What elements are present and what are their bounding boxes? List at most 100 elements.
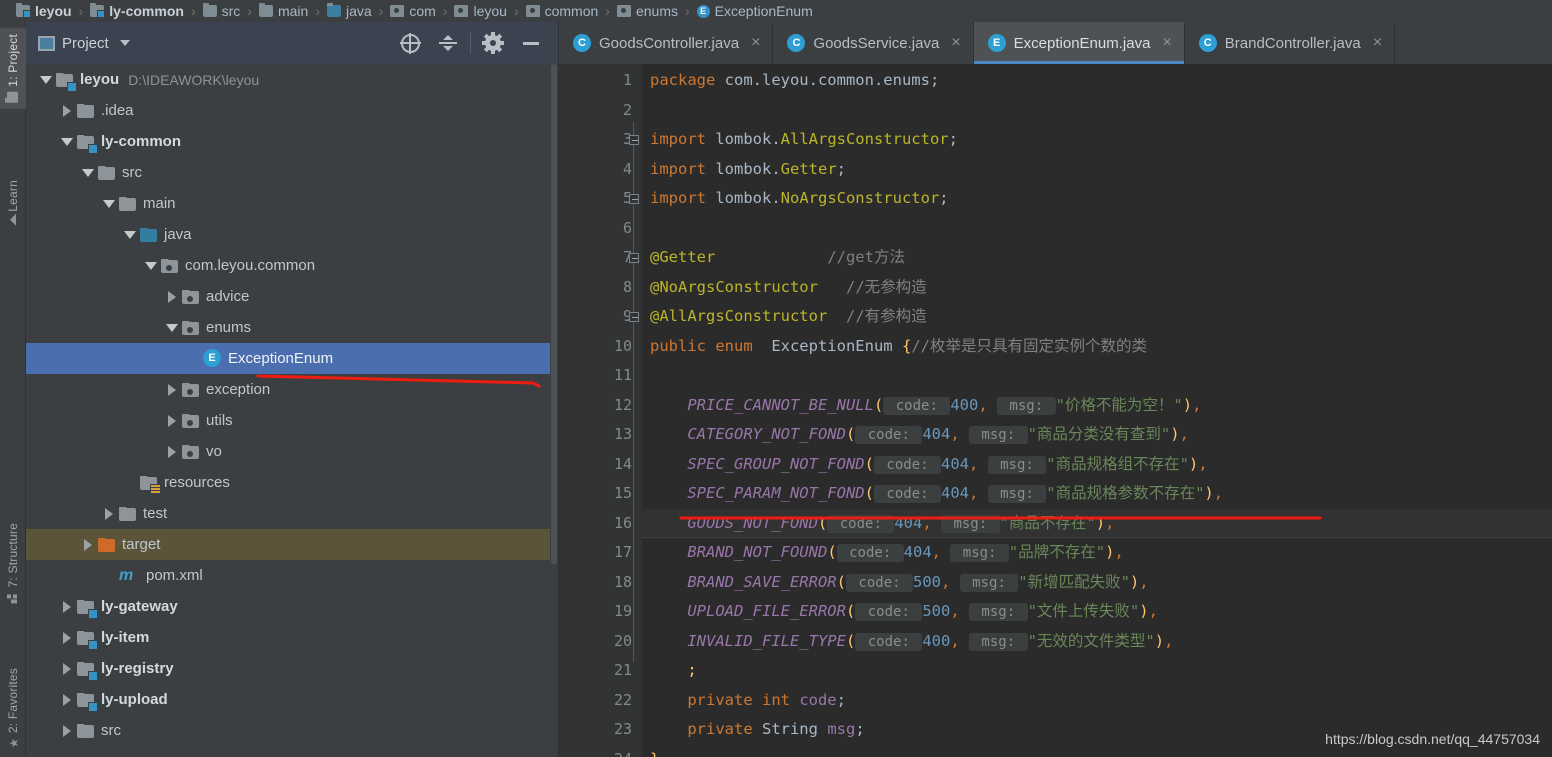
tree-item-ly-item[interactable]: ly-item bbox=[26, 622, 558, 653]
tree-item-java[interactable]: java bbox=[26, 219, 558, 250]
code-line[interactable]: import lombok.Getter; bbox=[642, 155, 1552, 185]
select-opened-file-button[interactable] bbox=[391, 26, 429, 60]
code-line[interactable]: @AllArgsConstructor //有参构造 bbox=[642, 302, 1552, 332]
breadcrumb-item-java[interactable]: java bbox=[326, 3, 372, 19]
tree-item-com-leyou-common[interactable]: com.leyou.common bbox=[26, 250, 558, 281]
tree-item-src[interactable]: src bbox=[26, 157, 558, 188]
breadcrumb-item-enums[interactable]: enums bbox=[616, 3, 678, 19]
chevron-right-icon[interactable] bbox=[162, 383, 182, 396]
chevron-down-icon[interactable] bbox=[120, 230, 140, 239]
tree-item-vo[interactable]: vo bbox=[26, 436, 558, 467]
tree-item-ly-gateway[interactable]: ly-gateway bbox=[26, 591, 558, 622]
editor-tab-brandcontroller-java[interactable]: C BrandController.java × bbox=[1185, 22, 1396, 64]
tree-item-resources[interactable]: resources bbox=[26, 467, 558, 498]
code-line[interactable]: @NoArgsConstructor //无参构造 bbox=[642, 273, 1552, 303]
project-view-selector[interactable]: Project bbox=[38, 35, 391, 52]
code-line[interactable] bbox=[642, 361, 1552, 391]
breadcrumb-item-main[interactable]: main bbox=[258, 3, 308, 19]
code-line[interactable]: import lombok.AllArgsConstructor; bbox=[642, 125, 1552, 155]
code-line[interactable]: ; bbox=[642, 656, 1552, 686]
breadcrumb-item-com[interactable]: com bbox=[390, 3, 436, 19]
tree-item-src[interactable]: src bbox=[26, 715, 558, 746]
code-line[interactable]: CATEGORY_NOT_FOND( code: 404, msg: "商品分类… bbox=[642, 420, 1552, 450]
breadcrumb-item-leyou[interactable]: leyou bbox=[16, 3, 72, 19]
collapse-all-button[interactable] bbox=[429, 26, 467, 60]
chevron-down-icon[interactable] bbox=[141, 261, 161, 270]
chevron-right-icon[interactable] bbox=[57, 724, 77, 737]
tree-item-advice[interactable]: advice bbox=[26, 281, 558, 312]
folder-icon bbox=[7, 91, 19, 103]
tool-window-button-favorites[interactable]: ★ 2: Favorites bbox=[0, 662, 26, 755]
close-icon[interactable]: × bbox=[751, 35, 760, 51]
code-line[interactable]: package com.leyou.common.enums; bbox=[642, 66, 1552, 96]
tree-item-ly-common[interactable]: ly-common bbox=[26, 126, 558, 157]
tree-item-utils[interactable]: utils bbox=[26, 405, 558, 436]
breadcrumb-item-ly-common[interactable]: ly-common bbox=[90, 3, 184, 19]
code-line[interactable]: BRAND_NOT_FOUND( code: 404, msg: "品牌不存在"… bbox=[642, 538, 1552, 568]
editor-tab-goodscontroller-java[interactable]: C GoodsController.java × bbox=[559, 22, 774, 64]
chevron-right-icon[interactable] bbox=[57, 600, 77, 613]
code-line[interactable]: UPLOAD_FILE_ERROR( code: 500, msg: "文件上传… bbox=[642, 597, 1552, 627]
chevron-down-icon[interactable] bbox=[162, 323, 182, 332]
editor-code[interactable]: package com.leyou.common.enums; import lo… bbox=[642, 64, 1552, 757]
fold-toggle-icon[interactable] bbox=[629, 135, 639, 145]
code-line[interactable]: BRAND_SAVE_ERROR( code: 500, msg: "新增匹配失… bbox=[642, 568, 1552, 598]
code-line[interactable]: GOODS_NOT_FOND( code: 404, msg: "商品不存在")… bbox=[642, 508, 1552, 538]
code-line[interactable]: public enum ExceptionEnum {//枚举是只具有固定实例个… bbox=[642, 332, 1552, 362]
breadcrumb-item-common[interactable]: common bbox=[525, 3, 598, 19]
editor-gutter[interactable]: 123456789101112131415161718192021222324 bbox=[559, 64, 672, 757]
code-line[interactable]: @Getter //get方法 bbox=[642, 243, 1552, 273]
project-scrollbar[interactable] bbox=[550, 64, 558, 757]
editor-tab-goodsservice-java[interactable]: C GoodsService.java × bbox=[773, 22, 974, 64]
tree-item-exception[interactable]: exception bbox=[26, 374, 558, 405]
breadcrumb-item-leyou[interactable]: leyou bbox=[454, 3, 507, 19]
close-icon[interactable]: × bbox=[1162, 35, 1171, 51]
fold-toggle-icon[interactable] bbox=[629, 253, 639, 263]
tree-item-main[interactable]: main bbox=[26, 188, 558, 219]
tree-item-pom-xml[interactable]: m pom.xml bbox=[26, 560, 558, 591]
tree-item-target[interactable]: target bbox=[26, 529, 558, 560]
editor-code-area[interactable]: 123456789101112131415161718192021222324 … bbox=[559, 64, 1552, 757]
breadcrumb-item-src[interactable]: src bbox=[202, 3, 240, 19]
code-line[interactable]: private int code; bbox=[642, 686, 1552, 716]
tree-item--idea[interactable]: .idea bbox=[26, 95, 558, 126]
tree-item-exceptionenum[interactable]: E ExceptionEnum bbox=[26, 343, 558, 374]
code-line[interactable]: import lombok.NoArgsConstructor; bbox=[642, 184, 1552, 214]
breadcrumb-item-exceptionenum[interactable]: E ExceptionEnum bbox=[696, 3, 813, 19]
hide-panel-button[interactable] bbox=[512, 26, 550, 60]
fold-toggle-icon[interactable] bbox=[629, 312, 639, 322]
code-line[interactable]: PRICE_CANNOT_BE_NULL( code: 400, msg: "价… bbox=[642, 391, 1552, 421]
code-line[interactable]: SPEC_PARAM_NOT_FOND( code: 404, msg: "商品… bbox=[642, 479, 1552, 509]
tool-window-button-project[interactable]: 1: Project bbox=[0, 28, 26, 109]
chevron-down-icon[interactable] bbox=[36, 75, 56, 84]
code-line[interactable] bbox=[642, 96, 1552, 126]
tool-window-button-learn[interactable]: Learn bbox=[0, 174, 26, 229]
chevron-right-icon[interactable] bbox=[57, 693, 77, 706]
chevron-right-icon[interactable] bbox=[99, 507, 119, 520]
chevron-right-icon[interactable] bbox=[57, 104, 77, 117]
chevron-right-icon[interactable] bbox=[57, 662, 77, 675]
code-line[interactable] bbox=[642, 214, 1552, 244]
settings-button[interactable] bbox=[474, 26, 512, 60]
chevron-down-icon[interactable] bbox=[78, 168, 98, 177]
tree-item-enums[interactable]: enums bbox=[26, 312, 558, 343]
chevron-down-icon[interactable] bbox=[119, 40, 130, 46]
tree-item-leyou[interactable]: leyou D:\IDEAWORK\leyou bbox=[26, 64, 558, 95]
close-icon[interactable]: × bbox=[951, 35, 960, 51]
tree-item-test[interactable]: test bbox=[26, 498, 558, 529]
chevron-right-icon[interactable] bbox=[162, 290, 182, 303]
fold-toggle-icon[interactable] bbox=[629, 194, 639, 204]
close-icon[interactable]: × bbox=[1373, 35, 1382, 51]
tool-window-button-structure[interactable]: 7: Structure bbox=[0, 517, 26, 609]
code-line[interactable]: INVALID_FILE_TYPE( code: 400, msg: "无效的文… bbox=[642, 627, 1552, 657]
tree-item-ly-upload[interactable]: ly-upload bbox=[26, 684, 558, 715]
code-line[interactable]: SPEC_GROUP_NOT_FOND( code: 404, msg: "商品… bbox=[642, 450, 1552, 480]
chevron-right-icon[interactable] bbox=[162, 445, 182, 458]
chevron-down-icon[interactable] bbox=[99, 199, 119, 208]
editor-tab-exceptionenum-java[interactable]: E ExceptionEnum.java × bbox=[973, 22, 1185, 64]
chevron-right-icon[interactable] bbox=[57, 631, 77, 644]
chevron-down-icon[interactable] bbox=[57, 137, 77, 146]
chevron-right-icon[interactable] bbox=[162, 414, 182, 427]
tree-item-ly-registry[interactable]: ly-registry bbox=[26, 653, 558, 684]
chevron-right-icon[interactable] bbox=[78, 538, 98, 551]
